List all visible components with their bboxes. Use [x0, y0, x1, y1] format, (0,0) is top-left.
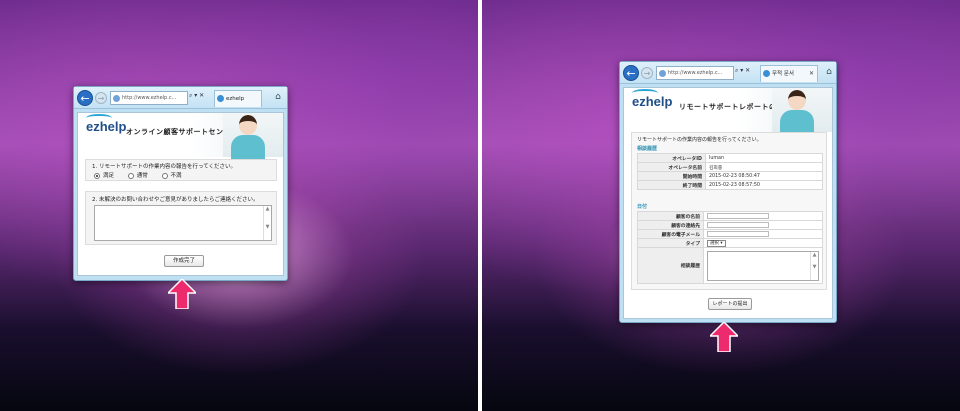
tab-title: 무적 문서 [772, 71, 794, 77]
operator-table: オペレータID luman オペレータ名前 김희중 開始時間 2015-02-23 0… [637, 153, 823, 190]
browser-window-left: ← → http://www.ezhelp.c... ⌕ ▾ ✕ ezhelp … [73, 86, 288, 281]
question-1-box: 1. リモートサポートの作業内容の報告を行ってください。 満足 通常 不満 [85, 159, 277, 181]
history-section-heading: 相談履歴 [637, 146, 658, 152]
desktop-background-left: ← → http://www.ezhelp.c... ⌕ ▾ ✕ ezhelp … [0, 0, 478, 411]
address-tools-icon[interactable]: ⌕ ▾ ✕ [189, 92, 204, 100]
ezhelp-logo: ezhelp [632, 89, 672, 109]
home-icon[interactable]: ⌂ [823, 66, 835, 78]
browser-tab[interactable]: ezhelp [214, 90, 262, 107]
table-row: オペレータ名前 김희중 [637, 162, 823, 172]
web-page: ezhelp オンライン顧客サポートセンター 1. リモートサポートの作業内容の… [77, 112, 284, 276]
browser-toolbar: ← → http://www.ezhelp.c... ⌕ ▾ ✕ ezhelp … [74, 87, 287, 109]
page-banner: ezhelp オンライン顧客サポートセンター [78, 113, 283, 159]
question-2: 2. 未解決のお問い合わせやご意見がありましたらご連絡ください。 [92, 197, 259, 203]
table-row: 顧客の連絡先 [637, 220, 823, 230]
history-textarea[interactable]: ▲ ▼ [707, 250, 819, 281]
radio-normal[interactable]: 通常 [127, 172, 148, 179]
textarea-scrollbar[interactable]: ▲ ▼ [263, 206, 271, 240]
back-arrow-icon[interactable]: ← [623, 65, 639, 81]
page-banner: ezhelp リモートサポートレポートの作成 [624, 88, 832, 134]
browser-window-right: ← → http://www.ezhelp.c... ⌕ ▾ ✕ 무적 문서 ✕… [619, 61, 837, 323]
ie-icon [763, 70, 770, 77]
comment-textarea[interactable]: ▲ ▼ [94, 205, 272, 241]
address-url: http://www.ezhelp.c... [122, 95, 177, 101]
report-box: リモートサポートの作業内容の報告を行ってください。 相談履歴 オペレータID lu… [631, 132, 827, 290]
textarea-scrollbar[interactable]: ▲ ▼ [810, 251, 818, 280]
report-intro: リモートサポートの作業内容の報告を行ってください。 [637, 137, 762, 143]
arrow-up-icon [710, 322, 738, 352]
table-row: タイプ 選択 ▾ [637, 238, 823, 248]
close-tab-icon[interactable]: ✕ [809, 66, 814, 82]
customer-table: 顧客の名前 顧客の連絡先 顧客の電子メール タイプ 選択 ▾ 相談履歴 ▲ ▼ [637, 211, 823, 284]
table-row: 開始時間 2015-02-23 08:50:47 [637, 171, 823, 181]
table-row: 相談履歴 ▲ ▼ [637, 247, 823, 284]
web-page: ezhelp リモートサポートレポートの作成 リモートサポートの作業内容の報告を… [623, 87, 833, 319]
address-bar[interactable]: http://www.ezhelp.c... [656, 66, 734, 80]
ie-icon [217, 95, 224, 102]
date-section-heading: 日付 [637, 204, 648, 210]
address-tools-icon[interactable]: ⌕ ▾ ✕ [735, 67, 750, 75]
table-row: 顧客の名前 [637, 211, 823, 221]
customer-name-input[interactable] [707, 212, 769, 219]
browser-tab[interactable]: 무적 문서 ✕ [760, 65, 818, 82]
customer-email-input[interactable] [707, 230, 769, 237]
radio-satisfied[interactable]: 満足 [94, 172, 114, 179]
address-bar[interactable]: http://www.ezhelp.c... [110, 91, 188, 105]
question-2-box: 2. 未解決のお問い合わせやご意見がありましたらご連絡ください。 ▲ ▼ [85, 191, 277, 245]
table-row: 顧客の電子メール [637, 229, 823, 239]
table-row: オペレータID luman [637, 153, 823, 163]
forward-arrow-icon[interactable]: → [641, 67, 653, 79]
forward-arrow-icon[interactable]: → [95, 92, 107, 104]
question-1: 1. リモートサポートの作業内容の報告を行ってください。 [92, 164, 237, 170]
arrow-up-icon [168, 279, 196, 309]
tab-title: ezhelp [226, 96, 245, 102]
home-icon[interactable]: ⌂ [272, 91, 284, 103]
back-arrow-icon[interactable]: ← [77, 90, 93, 106]
submit-report-button[interactable]: レポートの提出 [708, 298, 752, 310]
page-title: オンライン顧客サポートセンター [126, 128, 239, 136]
radio-unsatisfied[interactable]: 不満 [161, 172, 182, 179]
ezhelp-logo: ezhelp [86, 114, 126, 134]
address-url: http://www.ezhelp.c... [668, 70, 723, 76]
support-agent-image [223, 113, 283, 159]
satisfaction-options: 満足 通常 不満 [94, 171, 182, 179]
browser-toolbar: ← → http://www.ezhelp.c... ⌕ ▾ ✕ 무적 문서 ✕… [620, 62, 836, 84]
globe-icon [113, 95, 120, 102]
table-row: 終了時間 2015-02-23 08:57:50 [637, 180, 823, 190]
complete-button[interactable]: 作成完了 [164, 255, 204, 267]
support-agent-image [772, 88, 832, 134]
desktop-background-right: ← → http://www.ezhelp.c... ⌕ ▾ ✕ 무적 문서 ✕… [482, 0, 960, 411]
customer-contact-input[interactable] [707, 221, 769, 228]
type-select[interactable]: 選択 ▾ [707, 239, 726, 247]
globe-icon [659, 70, 666, 77]
